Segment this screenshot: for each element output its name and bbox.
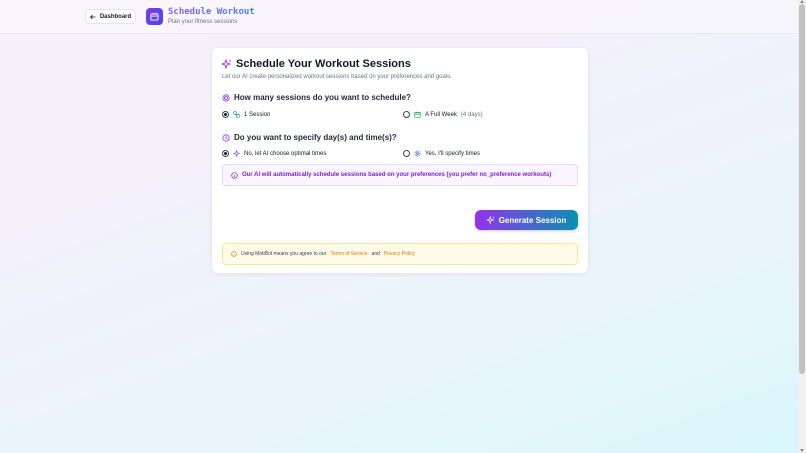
schedule-card: Schedule Your Workout Sessions Let our A… — [212, 48, 588, 273]
option-one-session[interactable]: 1 Session — [222, 111, 270, 118]
option-ai-times[interactable]: No, let AI choose optimal times — [222, 150, 326, 157]
card-title: Schedule Your Workout Sessions — [222, 58, 411, 70]
app-logo — [146, 8, 163, 25]
privacy-policy-link[interactable]: Privacy Policy — [384, 251, 415, 257]
option-full-week-label: A Full Week — [425, 111, 457, 118]
info-icon — [231, 171, 238, 179]
sessions-question-text: How many sessions do you want to schedul… — [234, 93, 411, 102]
times-question: Do you want to specify day(s) and time(s… — [222, 133, 397, 142]
ai-schedule-info: Our AI will automatically schedule sessi… — [222, 164, 578, 186]
terms-notice: Using MotiBot means you agree to our Ter… — [222, 243, 578, 265]
back-to-dashboard-button[interactable]: Dashboard — [85, 9, 136, 24]
clock-icon — [222, 133, 230, 142]
target-icon — [222, 93, 230, 102]
ai-schedule-info-text: Our AI will automatically schedule sessi… — [242, 172, 552, 178]
card-description: Let our AI create personalized workout s… — [222, 74, 452, 80]
scroll-up-arrow[interactable] — [800, 0, 804, 3]
option-specify-times[interactable]: Yes, I'll specify times — [403, 150, 480, 157]
terms-and: and — [371, 251, 380, 257]
terms-prefix: Using MotiBot means you agree to our — [241, 251, 327, 257]
gear-icon — [414, 150, 421, 157]
scroll-down-arrow[interactable] — [800, 449, 804, 452]
generate-session-label: Generate Session — [498, 215, 567, 225]
top-bar: Dashboard Schedule Workout Plan your fit… — [0, 0, 798, 34]
calendar-week-icon — [414, 111, 421, 118]
app-subtitle: Plan your fitness sessions — [168, 19, 238, 25]
app-title: Schedule Workout — [168, 7, 255, 17]
radio-ai-times[interactable] — [222, 150, 229, 157]
option-specify-times-label: Yes, I'll specify times — [425, 150, 480, 157]
radio-one-session[interactable] — [222, 111, 229, 118]
info-icon — [231, 251, 237, 257]
sparkles-icon — [486, 216, 495, 224]
terms-of-service-link[interactable]: Terms of Service — [330, 251, 367, 257]
scroll-thumb[interactable] — [799, 4, 805, 374]
times-question-text: Do you want to specify day(s) and time(s… — [234, 133, 397, 142]
radio-full-week[interactable] — [403, 111, 410, 118]
option-full-week-note: (4 days) — [460, 111, 483, 118]
card-title-text: Schedule Your Workout Sessions — [236, 58, 411, 70]
radio-specify-times[interactable] — [403, 150, 410, 157]
option-ai-times-label: No, let AI choose optimal times — [244, 150, 327, 157]
sparkle-icon — [233, 150, 240, 157]
generate-session-button[interactable]: Generate Session — [475, 210, 578, 230]
repeat-icon — [233, 111, 240, 118]
option-full-week[interactable]: A Full Week (4 days) — [403, 111, 483, 118]
sessions-question: How many sessions do you want to schedul… — [222, 93, 411, 102]
back-button-label: Dashboard — [99, 13, 132, 20]
arrow-left-icon — [89, 14, 96, 19]
option-one-session-label: 1 Session — [244, 111, 271, 118]
page-scrollbar[interactable] — [798, 0, 806, 453]
calendar-icon — [150, 12, 159, 21]
sparkles-icon — [222, 59, 232, 69]
